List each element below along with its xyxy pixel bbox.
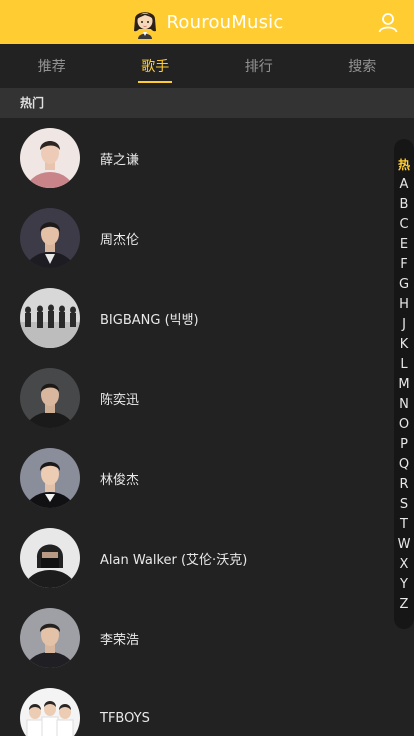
singer-name: 周杰伦 [100, 232, 140, 248]
singer-avatar [20, 288, 80, 348]
shortcut-letter[interactable]: R [394, 475, 414, 495]
shortcut-letter[interactable]: O [394, 415, 414, 435]
singer-item[interactable]: 薛之谦 [0, 118, 414, 198]
shortcut-letter[interactable]: A [394, 175, 414, 195]
shortcut-letter[interactable]: F [394, 255, 414, 275]
shortcut-letter[interactable]: Z [394, 595, 414, 615]
tab-recommend[interactable]: 推荐 [0, 44, 104, 88]
shortcut-letter[interactable]: E [394, 235, 414, 255]
brand[interactable]: RourouMusic [131, 5, 284, 39]
user-button[interactable] [376, 10, 400, 34]
shortcut-letter[interactable]: M [394, 375, 414, 395]
app-title: RourouMusic [166, 11, 284, 33]
singer-item[interactable]: BIGBANG (빅뱅) [0, 278, 414, 358]
tab-search[interactable]: 搜索 [311, 44, 414, 88]
singer-item[interactable]: 李荣浩 [0, 598, 414, 678]
tab-bar: 推荐 歌手 排行 搜索 [0, 44, 414, 88]
shortcut-letter[interactable]: X [394, 555, 414, 575]
tab-rank[interactable]: 排行 [207, 44, 311, 88]
shortcut-letter[interactable]: K [394, 335, 414, 355]
group-title-hot: 热门 [0, 88, 414, 118]
singer-name: TFBOYS [100, 710, 150, 726]
singer-avatar [20, 688, 80, 736]
tab-label: 搜索 [348, 59, 377, 75]
singer-name: 林俊杰 [100, 472, 140, 488]
shortcut-letter[interactable]: S [394, 495, 414, 515]
singer-list: 薛之谦 周杰伦 BIGBANG (빅뱅) 陈奕迅 林俊杰 Alan Walker… [0, 118, 414, 736]
singer-avatar [20, 528, 80, 588]
singer-avatar [20, 208, 80, 268]
singer-item[interactable]: 陈奕迅 [0, 358, 414, 438]
shortcut-letter[interactable]: T [394, 515, 414, 535]
shortcut-letter[interactable]: G [394, 275, 414, 295]
tab-singer[interactable]: 歌手 [104, 44, 208, 88]
shortcut-letter[interactable]: L [394, 355, 414, 375]
singer-name: BIGBANG (빅뱅) [100, 312, 199, 328]
singer-avatar [20, 448, 80, 508]
singer-name: 陈奕迅 [100, 392, 140, 408]
singer-item[interactable]: TFBOYS [0, 678, 414, 736]
shortcut-letter[interactable]: Q [394, 455, 414, 475]
shortcut-letter[interactable]: C [394, 215, 414, 235]
shortcut-letter[interactable]: P [394, 435, 414, 455]
singer-name: 李荣浩 [100, 632, 140, 648]
singer-name: 薛之谦 [100, 152, 140, 168]
shortcut-letter[interactable]: Y [394, 575, 414, 595]
shortcut-letter[interactable]: H [394, 295, 414, 315]
singer-page: RourouMusic 推荐 歌手 排行 搜索 热门 薛之谦 周杰伦 BIGBA… [0, 0, 414, 736]
user-icon [378, 13, 398, 33]
tab-label: 推荐 [37, 59, 66, 75]
girl-avatar-logo-icon [133, 12, 156, 39]
shortcut-letter[interactable]: N [394, 395, 414, 415]
shortcut-letter[interactable]: J [394, 315, 414, 335]
singer-avatar [20, 128, 80, 188]
shortcut-letter[interactable]: 热 [394, 155, 414, 175]
alphabet-shortcut[interactable]: 热ABCEFGHJKLMNOPQRSTWXYZ [394, 139, 414, 629]
singer-avatar [20, 608, 80, 668]
singer-item[interactable]: 周杰伦 [0, 198, 414, 278]
app-header: RourouMusic [0, 0, 414, 44]
tab-label: 歌手 [138, 51, 173, 83]
singer-name: Alan Walker (艾伦·沃克) [100, 552, 248, 568]
singer-item[interactable]: Alan Walker (艾伦·沃克) [0, 518, 414, 598]
tab-label: 排行 [244, 59, 273, 75]
singer-item[interactable]: 林俊杰 [0, 438, 414, 518]
shortcut-letter[interactable]: B [394, 195, 414, 215]
shortcut-letter[interactable]: W [394, 535, 414, 555]
singer-avatar [20, 368, 80, 428]
